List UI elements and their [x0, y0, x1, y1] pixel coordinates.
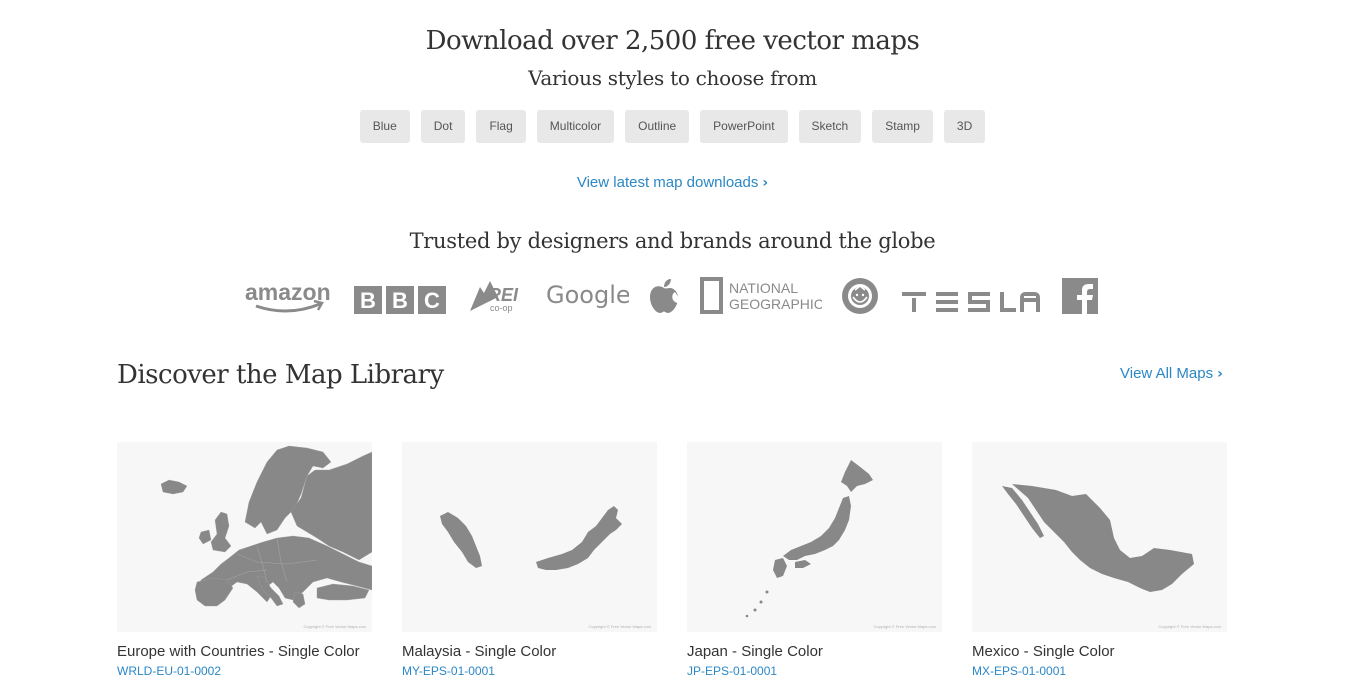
rei-coop-logo: REI co-op: [470, 281, 519, 313]
bbc-logo: B B C: [354, 286, 446, 314]
map-code[interactable]: WRLD-EU-01-0002: [117, 664, 372, 678]
style-button-outline[interactable]: Outline: [625, 110, 690, 143]
style-button-sketch[interactable]: Sketch: [798, 110, 862, 143]
tesla-logo: [902, 292, 1040, 312]
facebook-logo: [1062, 278, 1098, 314]
map-thumbnail[interactable]: Copyright © Free Vector Maps.com: [402, 442, 657, 632]
svg-text:B: B: [392, 288, 408, 313]
malaysia-map-icon: [440, 506, 622, 570]
svg-text:co-op: co-op: [490, 303, 513, 313]
style-button-blue[interactable]: Blue: [359, 110, 410, 143]
map-code[interactable]: MY-EPS-01-0001: [402, 664, 657, 678]
map-thumbnail[interactable]: Copyright © Free Vector Maps.com: [972, 442, 1227, 632]
trusted-title: Trusted by designers and brands around t…: [409, 229, 936, 253]
map-style-filters: Blue Dot Flag Multicolor Outline PowerPo…: [0, 110, 1345, 143]
map-thumbnail[interactable]: Copyright © Free Vector Maps.com: [687, 442, 942, 632]
svg-text:REI: REI: [488, 285, 519, 305]
hero-title: Download over 2,500 free vector maps: [425, 26, 920, 56]
library-title: Discover the Map Library: [117, 360, 444, 390]
chevron-right-icon: ›: [762, 175, 769, 191]
map-credit: Copyright © Free Vector Maps.com: [303, 624, 366, 629]
starbucks-logo: [842, 278, 878, 314]
map-title[interactable]: Mexico - Single Color: [972, 643, 1227, 660]
latest-downloads-link[interactable]: View latest map downloads ›: [577, 174, 768, 191]
svg-text:C: C: [424, 288, 440, 313]
style-button-stamp[interactable]: Stamp: [872, 110, 933, 143]
view-all-maps-label: View All Maps: [1120, 365, 1214, 382]
latest-downloads-label: View latest map downloads: [576, 174, 759, 191]
amazon-logo: amazon: [245, 279, 331, 313]
national-geographic-logo: NATIONAL GEOGRAPHIC: [700, 277, 822, 314]
style-button-powerpoint[interactable]: PowerPoint: [700, 110, 788, 143]
page: Download over 2,500 free vector maps Var…: [0, 0, 1345, 687]
map-thumbnail[interactable]: Copyright © Free Vector Maps.com: [117, 442, 372, 632]
svg-text:GEOGRAPHIC: GEOGRAPHIC: [729, 296, 822, 312]
style-button-multicolor[interactable]: Multicolor: [536, 110, 615, 143]
latest-downloads-link-wrap: View latest map downloads ›: [0, 174, 1345, 191]
view-all-maps-link[interactable]: View All Maps ›: [1120, 365, 1223, 382]
apple-logo: [650, 279, 679, 313]
style-button-3d[interactable]: 3D: [943, 110, 986, 143]
map-title[interactable]: Japan - Single Color: [687, 643, 942, 660]
europe-map-icon: [160, 445, 372, 609]
svg-text:B: B: [360, 288, 376, 313]
map-credit: Copyright © Free Vector Maps.com: [1158, 624, 1221, 629]
map-title[interactable]: Europe with Countries - Single Color: [117, 643, 372, 660]
svg-text:Google: Google: [546, 281, 629, 309]
svg-text:NATIONAL: NATIONAL: [729, 280, 798, 296]
map-code[interactable]: JP-EPS-01-0001: [687, 664, 942, 678]
map-card-europe[interactable]: Copyright © Free Vector Maps.com Europe …: [117, 442, 372, 678]
google-logo: Google: [546, 281, 629, 309]
mexico-map-icon: [1002, 484, 1194, 592]
map-credit: Copyright © Free Vector Maps.com: [588, 624, 651, 629]
map-card-mexico[interactable]: Copyright © Free Vector Maps.com Mexico …: [972, 442, 1227, 678]
map-code[interactable]: MX-EPS-01-0001: [972, 664, 1227, 678]
map-card-malaysia[interactable]: Copyright © Free Vector Maps.com Malaysi…: [402, 442, 657, 678]
hero-subtitle: Various styles to choose from: [528, 66, 817, 90]
map-card-japan[interactable]: Copyright © Free Vector Maps.com Japan -…: [687, 442, 942, 678]
map-title[interactable]: Malaysia - Single Color: [402, 643, 657, 660]
brand-logos: amazon B B C REI co-op Google NATIONAL G…: [240, 274, 1105, 316]
map-card-list: Copyright © Free Vector Maps.com Europe …: [117, 442, 1228, 687]
japan-map-icon: [745, 460, 873, 618]
map-credit: Copyright © Free Vector Maps.com: [873, 624, 936, 629]
style-button-dot[interactable]: Dot: [420, 110, 466, 143]
style-button-flag[interactable]: Flag: [476, 110, 526, 143]
chevron-right-icon: ›: [1217, 366, 1223, 382]
